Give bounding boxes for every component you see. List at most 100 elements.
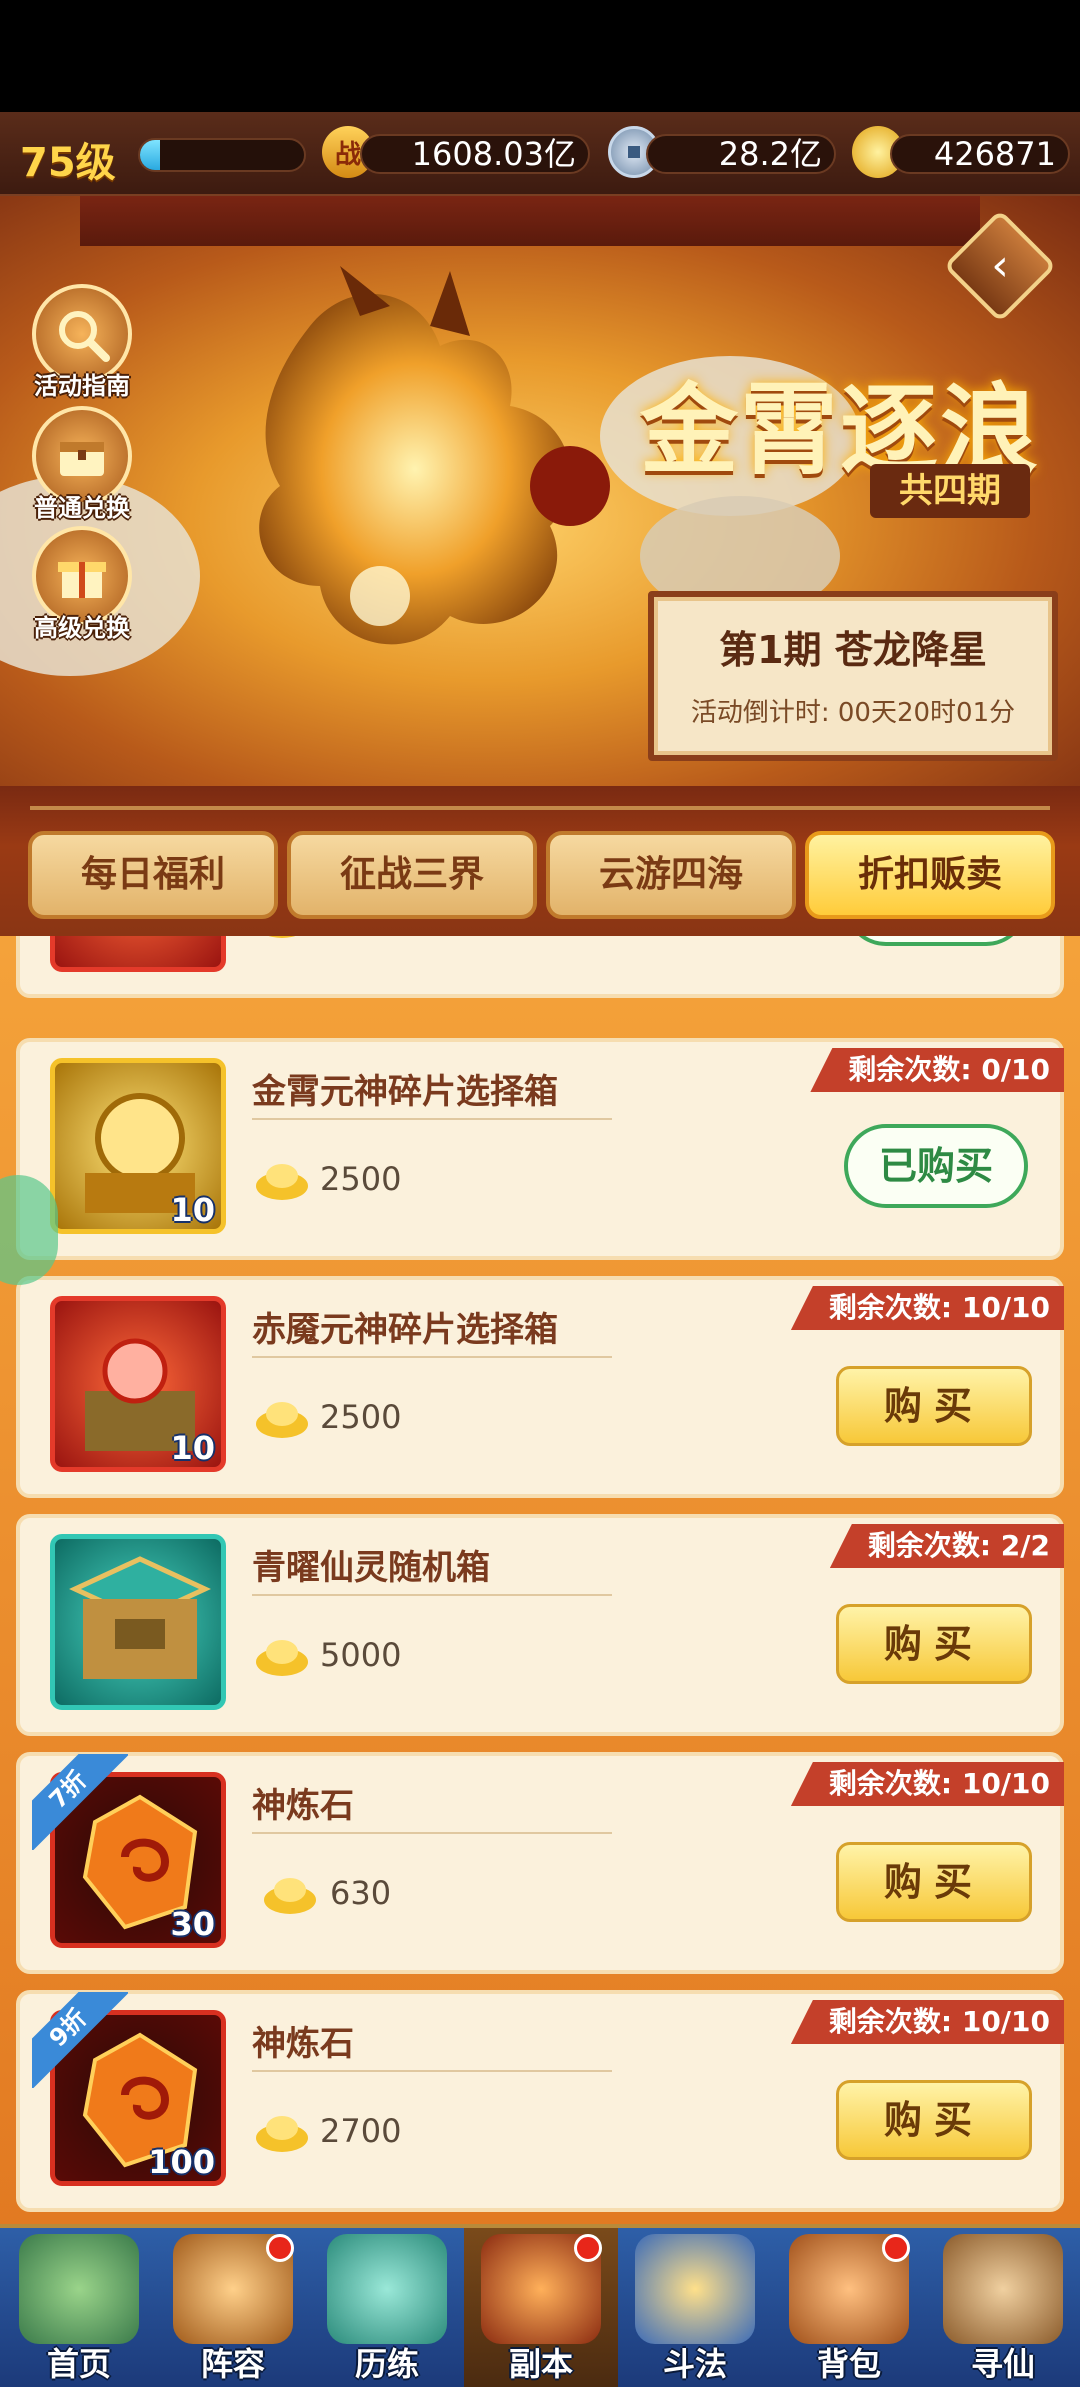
player-level: 75级: [20, 140, 116, 186]
item-name: 金霄元神碎片选择箱: [252, 1072, 558, 1112]
buy-button[interactable]: 购买: [836, 1366, 1032, 1446]
tab-strip: 每日福利 征战三界 云游四海 折扣贩卖: [0, 786, 1080, 936]
nav-label: 阵容: [200, 2345, 265, 2383]
bought-button: 已购买: [844, 936, 1028, 946]
event-banner: 金霄逐浪 共四期 ‹ 活动指南 普通兑换 高级兑换 第1期 苍龙降星 活动倒计时…: [0, 196, 1080, 786]
nav-bag[interactable]: 背包: [772, 2228, 926, 2387]
item-quantity: 10: [170, 1429, 215, 1467]
item-price: 2500: [320, 1160, 402, 1198]
dragon-illustration: [259, 266, 610, 645]
item-icon: 10: [50, 1058, 226, 1234]
remaining-count-badge: 剩余次数: 10/10: [790, 1762, 1064, 1806]
back-arrow-icon: ‹: [991, 240, 1009, 291]
remaining-count-badge: 剩余次数: 10/10: [790, 1286, 1064, 1330]
item-divider: [252, 1594, 612, 1596]
exp-bar-fill: [140, 140, 160, 170]
period-title: 第1期 苍龙降星: [719, 628, 987, 672]
nav-label: 副本: [508, 2345, 573, 2383]
nav-dungeon[interactable]: 副本: [464, 2228, 618, 2387]
nav-home[interactable]: 首页: [2, 2228, 156, 2387]
item-price: 2500: [320, 1398, 402, 1436]
tab-strip-divider: [30, 806, 1050, 810]
tab-discount-sale[interactable]: 折扣贩卖: [805, 831, 1055, 919]
item-divider: [252, 2070, 612, 2072]
tab-conquest[interactable]: 征战三界: [287, 831, 537, 919]
bottom-nav: 首页 阵容 历练 副本 斗法 背包 寻仙: [0, 2224, 1080, 2387]
list-item: 100 9折 神炼石 2700 剩余次数: 10/10 购买: [16, 1990, 1064, 2212]
item-quantity: 100: [148, 2143, 215, 2181]
buy-button[interactable]: 购买: [836, 1604, 1032, 1684]
gold-ingot-icon: [268, 936, 296, 938]
list-item: 10 赤魇元神碎片选择箱 2500 剩余次数: 10/10 购买: [16, 1276, 1064, 1498]
item-quantity: 30: [170, 1905, 215, 1943]
buy-button[interactable]: 购买: [836, 1842, 1032, 1922]
notification-dot: [574, 2234, 602, 2262]
buy-button[interactable]: 购买: [836, 2080, 1032, 2160]
app-root: 75级 战 1608.03亿 28.2亿 426871 金霄逐浪 共四期 ‹ 活…: [0, 0, 1080, 2387]
notification-dot: [882, 2234, 910, 2262]
remaining-count-badge: 剩余次数: 10/10: [790, 2000, 1064, 2044]
tab-daily-welfare[interactable]: 每日福利: [28, 831, 278, 919]
side-button-advanced-exchange[interactable]: 高级兑换: [22, 526, 142, 643]
nav-label: 斗法: [662, 2345, 727, 2383]
item-icon: 10: [50, 1296, 226, 1472]
item-divider: [252, 1356, 612, 1358]
floating-assistant-ball[interactable]: [0, 1175, 58, 1285]
power-icon-glyph: 战: [334, 139, 361, 170]
list-item: 1000 已购买: [16, 936, 1064, 998]
item-icon: [50, 1534, 226, 1710]
item-price: 630: [330, 1874, 392, 1912]
notification-dot: [266, 2234, 294, 2262]
countdown-text: 活动倒计时: 00天20时01分: [690, 698, 1016, 728]
gold-ingot-icon: [256, 2116, 308, 2152]
shop-list[interactable]: 1000 已购买 10 金霄元神碎片选择箱 2500 剩余次数: 0/10 已购…: [0, 936, 1080, 2224]
power-value: 1608.03亿: [360, 134, 590, 174]
nav-label: 首页: [46, 2345, 111, 2383]
event-subtitle: 共四期: [870, 464, 1030, 518]
gold-ingot-icon: [256, 1164, 308, 1200]
tab-travel[interactable]: 云游四海: [546, 831, 796, 919]
side-button-guide[interactable]: 活动指南: [22, 284, 142, 401]
gold-ingot-icon: [256, 1640, 308, 1676]
bought-button: 已购买: [844, 1124, 1028, 1208]
gold-value: 426871: [890, 134, 1070, 174]
nav-training[interactable]: 历练: [310, 2228, 464, 2387]
item-divider: [252, 1118, 612, 1120]
resource-bar: 75级 战 1608.03亿 28.2亿 426871: [0, 112, 1080, 196]
silver-value: 28.2亿: [646, 134, 836, 174]
nav-label: 历练: [354, 2345, 419, 2383]
nav-seek-immortal[interactable]: 寻仙: [926, 2228, 1080, 2387]
side-button-label: 高级兑换: [34, 614, 130, 642]
period-board: 第1期 苍龙降星 活动倒计时: 00天20时01分: [648, 591, 1058, 761]
nav-duel[interactable]: 斗法: [618, 2228, 772, 2387]
nav-label: 寻仙: [970, 2345, 1035, 2383]
item-price: 2700: [320, 2112, 402, 2150]
side-button-label: 普通兑换: [34, 494, 130, 522]
banner-roof: [80, 196, 980, 246]
discount-ribbon: 9折: [32, 1992, 128, 2088]
discount-label: 7折: [32, 1754, 128, 1850]
item-quantity: 10: [170, 1191, 215, 1229]
remaining-count-badge: 剩余次数: 2/2: [829, 1524, 1064, 1568]
nav-label: 背包: [816, 2345, 881, 2383]
discount-label: 9折: [32, 1992, 128, 2088]
nav-lineup[interactable]: 阵容: [156, 2228, 310, 2387]
gold-ingot-icon: [264, 1878, 316, 1914]
item-name: 赤魇元神碎片选择箱: [252, 1310, 558, 1350]
list-item: 30 7折 神炼石 630 剩余次数: 10/10 购买: [16, 1752, 1064, 1974]
gourd-icon: [327, 2234, 447, 2344]
item-name: 青曜仙灵随机箱: [252, 1548, 490, 1588]
scroll-icon: [943, 2234, 1063, 2344]
side-button-normal-exchange[interactable]: 普通兑换: [22, 406, 142, 523]
mountain-icon: [19, 2234, 139, 2344]
item-price: 5000: [320, 1636, 402, 1674]
item-icon: [50, 936, 226, 972]
list-item: 青曜仙灵随机箱 5000 剩余次数: 2/2 购买: [16, 1514, 1064, 1736]
item-name: 神炼石: [252, 1786, 354, 1826]
status-bar: [0, 0, 1080, 112]
discount-ribbon: 7折: [32, 1754, 128, 1850]
side-button-label: 活动指南: [34, 372, 130, 400]
gold-ingot-icon: [256, 1402, 308, 1438]
exp-bar: [138, 138, 306, 172]
trophy-icon: [635, 2234, 755, 2344]
